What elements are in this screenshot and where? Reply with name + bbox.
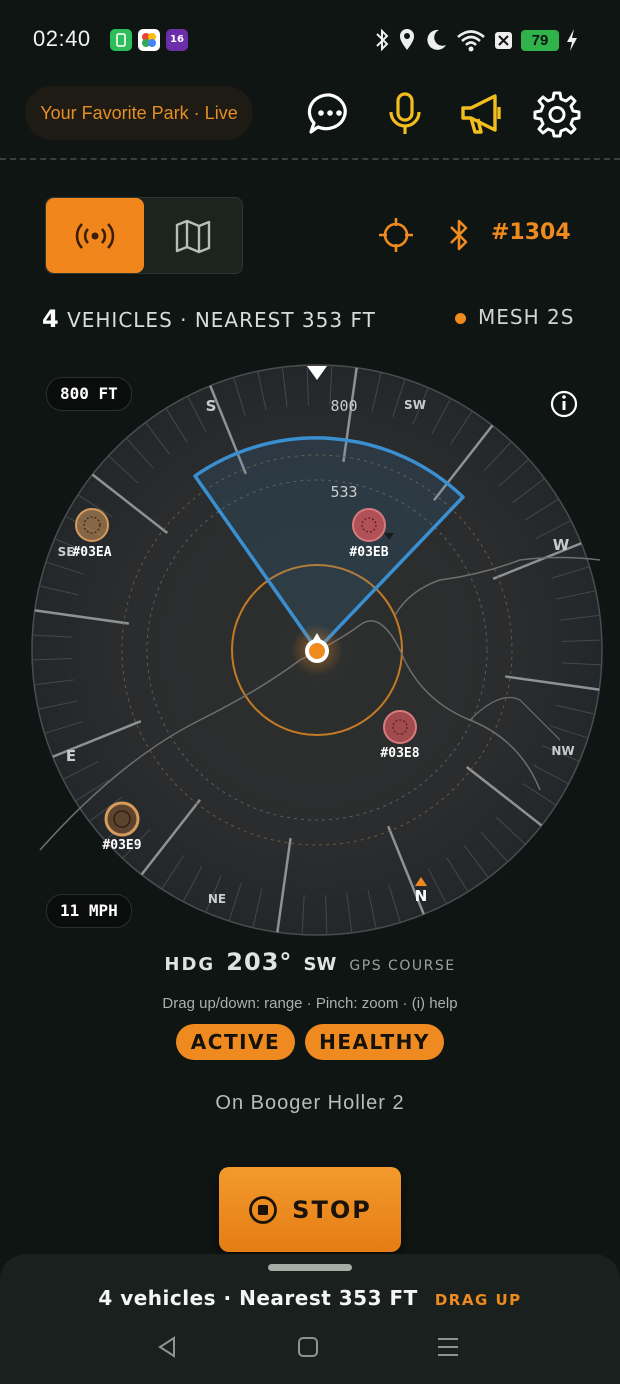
- battery-app-icon: [110, 29, 132, 51]
- wifi-icon: [455, 27, 487, 57]
- bluetooth-status-button[interactable]: [446, 216, 472, 258]
- mesh-status-dot: [455, 313, 466, 324]
- notification-badge-icon: 16: [166, 29, 188, 51]
- stop-button[interactable]: STOP: [219, 1167, 401, 1252]
- vehicle-summary: 4 VEHICLES · NEAREST 353 FT: [42, 305, 376, 333]
- nav-menu-button[interactable]: [433, 1332, 463, 1362]
- x-icon: [493, 27, 515, 57]
- sheet-summary-text: 4 vehicles · Nearest 353 FT: [98, 1286, 418, 1310]
- compass-sw: SW: [404, 398, 426, 412]
- chat-button[interactable]: [304, 88, 356, 140]
- settings-button[interactable]: [531, 88, 583, 140]
- speed-chip: 11 MPH: [46, 894, 132, 928]
- radar-view[interactable]: 800 533 S SW W NW NE E SE N #03EA #03EB …: [0, 355, 620, 945]
- header-divider: [0, 158, 620, 160]
- map-icon: [175, 219, 211, 253]
- vehicle-label: #03EB: [349, 545, 388, 560]
- microphone-icon: [389, 92, 421, 134]
- charging-icon: [565, 27, 579, 57]
- vehicle-label: #03E9: [102, 838, 141, 853]
- vehicle-03e9[interactable]: #03E9: [102, 801, 142, 853]
- stop-icon: [249, 1195, 278, 1224]
- compass-n: N: [415, 887, 428, 905]
- settings-icon: [533, 91, 581, 138]
- home-icon: [298, 1337, 318, 1357]
- back-icon: [158, 1336, 175, 1358]
- bluetooth-icon: [373, 27, 391, 57]
- compass-e: E: [66, 747, 76, 765]
- map-mode-button[interactable]: [144, 198, 242, 273]
- gesture-hint: Drag up/down: range · Pinch: zoom · (i) …: [162, 995, 458, 1012]
- megaphone-button[interactable]: [455, 88, 507, 140]
- radar-mode-button[interactable]: [46, 198, 144, 273]
- status-bar: 02:40 16 79: [0, 0, 620, 80]
- compass-ne: NE: [208, 892, 226, 906]
- healthy-badge: HEALTHY: [305, 1024, 444, 1060]
- heading-label: HDG: [164, 954, 216, 975]
- vehicle-count: 4: [42, 305, 60, 333]
- ring-label-800: 800: [330, 397, 357, 415]
- menu-icon: [438, 1338, 458, 1356]
- device-id[interactable]: #1304: [491, 220, 571, 245]
- radar-svg[interactable]: 800 533 S SW W NW NE E SE N #03EA #03EB …: [0, 355, 620, 945]
- current-trail: On Booger Holler 2: [215, 1092, 405, 1114]
- vehicle-03e8[interactable]: #03E8: [380, 710, 420, 761]
- location-icon: [397, 27, 417, 57]
- park-live-pill[interactable]: Your Favorite Park · Live: [25, 86, 253, 140]
- drag-handle[interactable]: [268, 1264, 352, 1271]
- vehicle-03ea[interactable]: #03EA: [72, 508, 112, 560]
- sheet-summary: 4 vehicles · Nearest 353 FT DRAG UP: [0, 1286, 620, 1310]
- vehicle-label: #03E8: [380, 746, 419, 761]
- heading-value: 203°: [226, 948, 293, 976]
- drag-up-label[interactable]: DRAG UP: [435, 1291, 522, 1309]
- compass-w: W: [553, 536, 570, 554]
- range-chip[interactable]: 800 FT: [46, 377, 132, 411]
- crosshair-icon: [379, 218, 413, 252]
- status-time: 02:40: [33, 26, 91, 51]
- vehicle-summary-label: VEHICLES · NEAREST 353 FT: [67, 308, 376, 332]
- compass-nw: NW: [551, 744, 574, 758]
- battery-icon: 79: [521, 30, 559, 51]
- nav-home-button[interactable]: [293, 1332, 323, 1362]
- heading-source: GPS COURSE: [349, 958, 456, 974]
- bottom-sheet[interactable]: [0, 1254, 620, 1384]
- heading-direction: SW: [303, 954, 337, 975]
- bluetooth-icon: [450, 219, 468, 251]
- stop-label: STOP: [292, 1195, 372, 1224]
- megaphone-icon: [461, 94, 501, 134]
- moon-icon: [424, 27, 448, 57]
- photos-app-icon: [138, 29, 160, 51]
- info-button[interactable]: [550, 390, 578, 418]
- recenter-button[interactable]: [377, 216, 415, 258]
- compass-s: S: [206, 397, 217, 415]
- view-mode-toggle: [45, 197, 243, 274]
- nav-back-button[interactable]: [152, 1332, 182, 1362]
- heading-readout: HDG 203° SW GPS COURSE: [0, 948, 620, 976]
- vehicle-label: #03EA: [72, 545, 111, 560]
- ring-label-533: 533: [330, 483, 357, 501]
- active-badge: ACTIVE: [176, 1024, 295, 1060]
- broadcast-icon: [75, 222, 115, 249]
- mesh-status: MESH 2S: [478, 305, 575, 329]
- microphone-button[interactable]: [379, 88, 431, 140]
- chat-icon: [307, 93, 347, 134]
